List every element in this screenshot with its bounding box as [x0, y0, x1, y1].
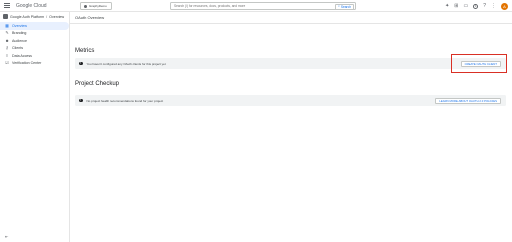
project-checkup-card: ! No project health recommendations foun…: [75, 95, 506, 106]
people-icon: ☻: [5, 37, 10, 43]
metrics-message: You haven't configured any OAuth clients…: [86, 61, 166, 66]
page-title: OAuth Overview: [70, 12, 512, 24]
learn-more-oauth-policies-button[interactable]: LEARN MORE ABOUT OAUTH 2.0 POLICIES: [435, 97, 501, 104]
sidebar-item-label: Audience: [12, 38, 27, 43]
sidebar-item-audience[interactable]: ☻ Audience: [0, 37, 69, 45]
breadcrumb-separator: /: [46, 14, 48, 19]
database-icon: ≡: [5, 52, 9, 58]
avatar[interactable]: A: [501, 2, 508, 10]
sidebar-item-clients[interactable]: ⚷ Clients: [0, 45, 69, 53]
project-checkup-message: No project health recommendations found …: [86, 98, 164, 103]
brush-icon: ✎: [5, 30, 9, 36]
breadcrumb: Google Auth Platform / Overview: [3, 14, 64, 19]
gift-icon[interactable]: ⊞: [454, 3, 458, 9]
collapse-sidebar-icon[interactable]: ⇤: [5, 234, 8, 239]
sidebar-item-data-access[interactable]: ≡ Data Access: [0, 52, 69, 60]
checklist-icon: ☑: [5, 60, 9, 66]
breadcrumb-platform[interactable]: Google Auth Platform: [10, 15, 44, 19]
help-icon[interactable]: ?: [483, 3, 486, 9]
notifications-badge[interactable]: 1: [473, 3, 479, 9]
sidebar-item-branding[interactable]: ✎ Branding: [0, 30, 69, 38]
sidebar-item-label: Data Access: [12, 53, 32, 58]
main-content: OAuth Overview Metrics ! You haven't con…: [70, 12, 512, 242]
key-icon: ⚷: [5, 45, 9, 51]
info-icon: !: [79, 61, 83, 66]
search-button[interactable]: ⌕ Search: [335, 4, 354, 10]
project-picker[interactable]: GraphyDemo: [80, 2, 112, 10]
sidebar-item-label: Overview: [12, 23, 27, 28]
metrics-title: Metrics: [75, 48, 95, 54]
terminal-icon[interactable]: ▭: [463, 3, 468, 9]
sidebar-item-verification-center[interactable]: ☑ Verification Center: [0, 60, 69, 68]
search-icon: ⌕: [337, 4, 340, 9]
search-input[interactable]: [174, 3, 324, 9]
project-checkup-title: Project Checkup: [75, 81, 120, 87]
sidebar-item-label: Clients: [12, 46, 23, 51]
top-icons: ✦ ⊞ ▭ 1 ? ⋮ A: [445, 2, 508, 10]
more-vert-icon[interactable]: ⋮: [491, 3, 496, 9]
search-bar: ⌕ Search: [170, 2, 356, 10]
gemini-sparkle-icon[interactable]: ✦: [445, 3, 449, 9]
sidebar-nav: ▦ Overview ✎ Branding ☻ Audience ⚷ Clien…: [0, 22, 69, 67]
brand-logo[interactable]: Google Cloud: [16, 3, 47, 9]
top-bar: Google Cloud GraphyDemo ⌕ Search ✦ ⊞ ▭ 1…: [0, 0, 512, 12]
sidebar-item-overview[interactable]: ▦ Overview: [0, 22, 69, 30]
sidebar: Google Auth Platform / Overview ▦ Overvi…: [0, 12, 70, 242]
sidebar-item-label: Branding: [12, 31, 27, 36]
highlight-box: [451, 54, 507, 73]
search-button-label: Search: [340, 4, 351, 9]
info-icon: !: [79, 98, 83, 103]
project-icon: [84, 4, 87, 8]
project-name: GraphyDemo: [89, 4, 107, 8]
sidebar-item-label: Verification Center: [12, 61, 42, 66]
hamburger-menu-icon[interactable]: [4, 3, 10, 9]
grid-icon: ▦: [5, 22, 9, 28]
breadcrumb-current: Overview: [49, 14, 65, 19]
shield-icon: [3, 14, 8, 19]
metrics-card: ! You haven't configured any OAuth clien…: [75, 58, 506, 69]
